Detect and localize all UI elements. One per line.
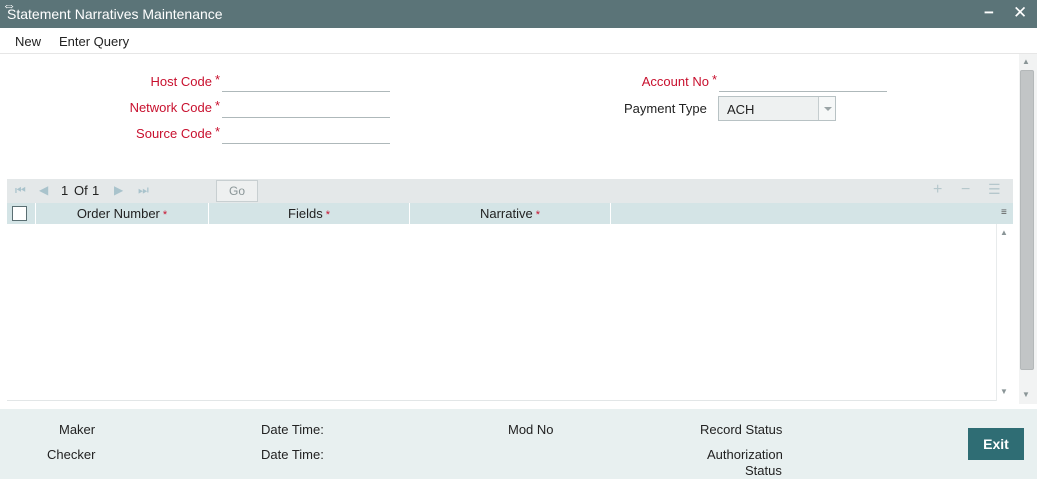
host-code-input[interactable] <box>222 72 390 92</box>
column-menu-icon[interactable]: ≡ <box>1001 207 1007 218</box>
authorization-label: Authorization <box>707 447 783 462</box>
authorization-status-label: Status <box>745 463 782 478</box>
page-scrollbar[interactable]: ▲ ▼ <box>1019 54 1037 404</box>
menu-new[interactable]: New <box>15 34 41 49</box>
audit-footer: Maker Checker Date Time: Date Time: Mod … <box>0 409 1037 479</box>
network-code-label: Network Code * <box>129 98 220 115</box>
payment-type-label: Payment Type <box>624 101 707 116</box>
page-of: Of <box>74 183 88 198</box>
network-code-input[interactable] <box>222 98 390 118</box>
column-header-filler <box>611 203 996 224</box>
scroll-down-icon[interactable]: ▼ <box>1000 387 1008 396</box>
host-code-label: Host Code * <box>150 72 220 89</box>
checker-date-time-label: Date Time: <box>261 447 324 462</box>
last-page-icon[interactable]: ⏭ <box>138 183 149 198</box>
go-button[interactable]: Go <box>216 180 258 202</box>
grid-toolbar: ⏮ ◀ 1 Of 1 ▶ ⏭ Go + − ☰ <box>7 179 1013 203</box>
payment-type-value: ACH <box>727 102 755 117</box>
list-view-icon[interactable]: ☰ <box>988 181 1001 198</box>
window-title: Statement Narratives Maintenance <box>7 6 223 22</box>
maker-label: Maker <box>59 422 96 437</box>
record-status-label: Record Status <box>700 422 783 437</box>
next-page-icon[interactable]: ▶ <box>114 183 123 197</box>
page-current: 1 <box>61 183 69 198</box>
page-scroll-up-icon[interactable]: ▲ <box>1022 57 1030 66</box>
minimize-icon[interactable]: − <box>984 4 994 22</box>
window-titlebar: ⇔ Statement Narratives Maintenance − ✕ <box>0 0 1037 28</box>
grid-header: Order Number * Fields * Narrative * ≡ <box>7 203 1013 224</box>
chevron-down-icon[interactable] <box>818 97 835 120</box>
grid-scrollbar[interactable]: ▲ ▼ <box>996 224 1013 401</box>
column-header-fields[interactable]: Fields * <box>209 203 410 224</box>
exit-button[interactable]: Exit <box>968 428 1024 460</box>
account-no-label: Account No * <box>641 72 717 89</box>
maker-date-time-label: Date Time: <box>261 422 324 437</box>
delete-row-icon[interactable]: − <box>961 181 970 199</box>
menu-bar: New Enter Query <box>0 28 1037 54</box>
source-code-label: Source Code * <box>136 124 220 141</box>
close-icon[interactable]: ✕ <box>1013 4 1027 22</box>
select-all-cell <box>7 203 36 224</box>
scroll-up-icon[interactable]: ▲ <box>1000 228 1008 237</box>
checker-label: Checker <box>47 447 96 462</box>
page-total: 1 <box>92 183 100 198</box>
menu-enter-query[interactable]: Enter Query <box>59 34 129 49</box>
mod-no-label: Mod No <box>508 422 554 437</box>
column-header-order-number[interactable]: Order Number * <box>36 203 209 224</box>
add-row-icon[interactable]: + <box>933 181 942 199</box>
select-all-checkbox[interactable] <box>12 206 27 221</box>
source-code-input[interactable] <box>222 124 390 144</box>
account-no-input[interactable] <box>719 72 887 92</box>
page-scroll-down-icon[interactable]: ▼ <box>1022 390 1030 399</box>
column-header-narrative[interactable]: Narrative * <box>410 203 611 224</box>
grid-body <box>7 224 996 401</box>
payment-type-select[interactable]: ACH <box>718 96 836 121</box>
previous-page-icon[interactable]: ◀ <box>39 183 48 197</box>
first-page-icon[interactable]: ⏮ <box>15 183 26 198</box>
page-scroll-thumb[interactable] <box>1020 70 1034 370</box>
